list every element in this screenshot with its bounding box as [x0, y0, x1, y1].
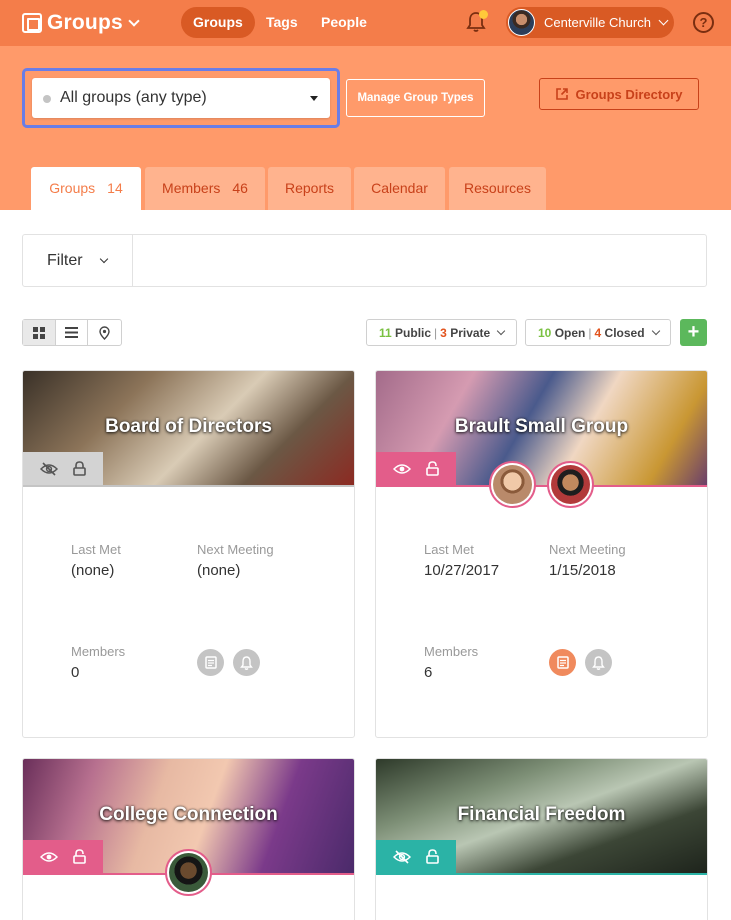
group-card-board-of-directors[interactable]: Board of Directors Last Met (none) Next … — [22, 370, 355, 738]
group-card-college-connection[interactable]: College Connection — [22, 758, 355, 920]
grid-view-button[interactable] — [23, 320, 56, 345]
tab-label: Groups — [49, 180, 96, 196]
account-menu[interactable]: Centerville Church — [506, 7, 674, 38]
nav-people[interactable]: People — [309, 7, 379, 38]
tab-count: 14 — [107, 180, 123, 196]
notifications-button[interactable] — [233, 649, 260, 676]
tab-reports[interactable]: Reports — [268, 167, 351, 210]
document-icon — [556, 656, 569, 669]
privacy-badge — [23, 452, 103, 485]
private-count: 3 — [440, 325, 447, 340]
privacy-badge — [376, 840, 456, 873]
group-title: College Connection — [99, 804, 278, 825]
eye-icon — [40, 851, 59, 862]
eye-slash-icon — [393, 849, 412, 864]
tab-members[interactable]: Members 46 — [145, 167, 265, 210]
group-type-select[interactable]: All groups (any type) — [32, 78, 330, 118]
public-count: 11 — [379, 325, 392, 340]
chevron-down-icon — [651, 326, 660, 335]
add-group-button[interactable]: + — [680, 319, 707, 346]
bell-icon — [592, 655, 605, 670]
attendance-report-button[interactable] — [197, 649, 224, 676]
card-accent-line — [376, 873, 707, 875]
tab-resources[interactable]: Resources — [449, 167, 546, 210]
leader-avatar[interactable] — [165, 849, 212, 896]
group-card-financial-freedom[interactable]: Financial Freedom — [375, 758, 708, 920]
groups-directory-label: Groups Directory — [575, 86, 683, 102]
app-title: Groups — [47, 11, 123, 34]
list-icon — [65, 327, 78, 338]
members-value: 0 — [71, 664, 80, 681]
group-title: Brault Small Group — [454, 416, 629, 437]
eye-icon — [393, 463, 412, 474]
closed-count: 4 — [594, 325, 602, 340]
notifications-button[interactable] — [585, 649, 612, 676]
chevron-down-icon — [128, 15, 140, 27]
app-switcher[interactable]: Groups — [22, 9, 140, 37]
members-label: Members — [71, 644, 126, 659]
nav-tags[interactable]: Tags — [254, 7, 310, 38]
eye-slash-icon — [40, 461, 59, 476]
tab-label: Members — [162, 180, 221, 196]
nav-groups[interactable]: Groups — [181, 7, 255, 38]
map-pin-icon — [99, 325, 110, 340]
leader-avatar[interactable] — [547, 461, 594, 508]
public-label: Public — [395, 325, 432, 340]
view-toggle-group — [22, 319, 122, 346]
chevron-down-icon — [99, 254, 109, 264]
help-icon[interactable]: ? — [693, 12, 714, 33]
document-icon — [204, 656, 217, 669]
members-label: Members — [424, 644, 479, 659]
filter-label: Filter — [47, 252, 83, 269]
groups-directory-button[interactable]: Groups Directory — [539, 78, 699, 110]
open-count: 10 — [538, 325, 552, 340]
last-met-label: Last Met — [71, 542, 121, 557]
unlock-icon — [72, 849, 86, 864]
last-met-value: 10/27/2017 — [424, 562, 500, 579]
account-name: Centerville Church — [544, 15, 651, 30]
grid-icon — [32, 326, 45, 339]
members-value: 6 — [424, 664, 433, 681]
open-label: Open — [554, 325, 586, 340]
private-label: Private — [450, 325, 491, 340]
user-avatar — [508, 9, 535, 36]
list-view-button[interactable] — [56, 320, 89, 345]
last-met-value: (none) — [71, 562, 115, 579]
chevron-down-icon — [496, 326, 506, 335]
next-meeting-label: Next Meeting — [197, 542, 274, 557]
group-title: Financial Freedom — [457, 804, 626, 825]
type-color-dot — [43, 95, 51, 103]
card-accent-line — [376, 485, 707, 487]
group-card-brault-small-group[interactable]: Brault Small Group Last Met 10/27/2017 N… — [375, 370, 708, 738]
next-meeting-value: 1/15/2018 — [549, 562, 616, 579]
manage-group-types-button[interactable]: Manage Group Types — [346, 79, 485, 117]
map-view-button[interactable] — [88, 320, 121, 345]
filter-dropdown-button[interactable]: Filter — [22, 234, 133, 287]
external-link-icon — [555, 88, 568, 100]
lock-icon — [72, 461, 86, 476]
tab-groups[interactable]: Groups 14 — [31, 167, 141, 210]
status-filter-dropdown[interactable]: 10 Open | 4 Closed — [525, 319, 671, 346]
dropdown-arrow-icon — [310, 96, 318, 101]
next-meeting-label: Next Meeting — [549, 542, 626, 557]
group-title: Board of Directors — [105, 416, 272, 437]
closed-label: Closed — [604, 325, 645, 340]
unlock-icon — [425, 461, 439, 476]
last-met-label: Last Met — [424, 542, 474, 557]
attendance-report-button[interactable] — [549, 649, 576, 676]
notification-dot — [479, 10, 488, 19]
visibility-filter-dropdown[interactable]: 11 Public | 3 Private — [366, 319, 517, 346]
privacy-badge — [376, 452, 456, 485]
tab-count: 46 — [232, 180, 248, 196]
group-type-value: All groups (any type) — [60, 89, 207, 106]
next-meeting-value: (none) — [197, 562, 241, 579]
bell-icon — [240, 655, 253, 670]
chevron-down-icon — [658, 15, 669, 26]
privacy-badge — [23, 840, 103, 873]
card-accent-line — [23, 485, 354, 487]
leader-avatar[interactable] — [489, 461, 536, 508]
tab-calendar[interactable]: Calendar — [354, 167, 445, 210]
groups-logo-icon — [22, 13, 42, 33]
unlock-icon — [425, 849, 439, 864]
